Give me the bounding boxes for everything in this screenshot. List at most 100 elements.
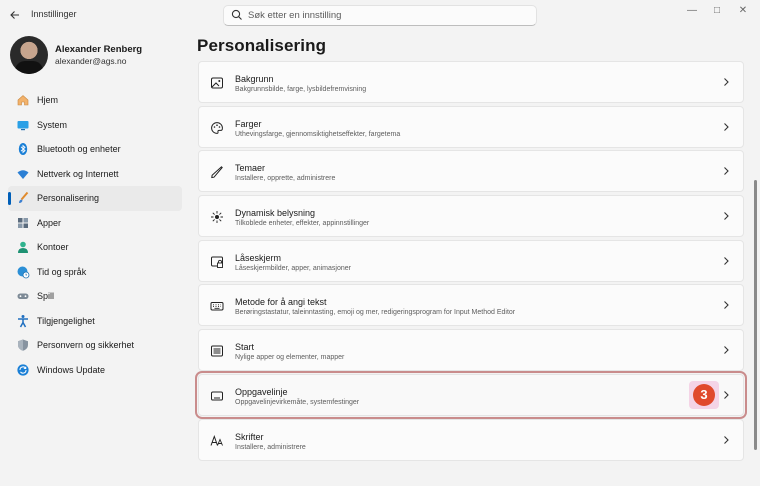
chevron-right-icon — [724, 435, 729, 444]
setting-title: Temaer — [235, 163, 266, 174]
sidebar-item-tilgjengelighet[interactable]: Tilgjengelighet — [8, 309, 182, 334]
sidebar-item-hjem[interactable]: Hjem — [8, 88, 182, 113]
setting-card-laseskjerm[interactable]: Låseskjerm Låseskjermbilder, apper, anim… — [198, 239, 744, 282]
chevron-right-icon — [724, 212, 729, 220]
minimize-button[interactable]: — — [682, 4, 702, 18]
settings-window: Innstillinger Søk etter en innstilling —… — [0, 0, 760, 486]
sidebar-item-windows-update[interactable]: Windows Update — [8, 358, 182, 383]
setting-subtitle: Nylige apper og elementer, mapper — [235, 354, 345, 362]
setting-subtitle: Oppgavelinjevirkemåte, systemfestinger — [235, 398, 360, 406]
setting-card-dynamisk-belysning[interactable]: Dynamisk belysning Tilkoblede enheter, e… — [198, 195, 744, 238]
setting-title: Start — [235, 342, 255, 353]
display-icon — [17, 120, 29, 130]
setting-title: Oppgavelinje — [235, 386, 288, 397]
sidebar-item-label: Spill — [37, 291, 55, 301]
gamepad-icon — [17, 293, 29, 299]
keyboard-icon — [210, 302, 224, 311]
maximize-button[interactable]: □ — [707, 4, 727, 18]
chevron-right-icon — [724, 122, 729, 131]
sidebar-item-system[interactable]: System — [8, 113, 182, 138]
sidebar-item-kontoer[interactable]: Kontoer — [8, 235, 182, 260]
palette-icon — [211, 121, 223, 134]
sidebar-item-label: System — [37, 119, 68, 130]
search-input[interactable]: Søk etter en innstilling — [223, 5, 537, 26]
light-icon — [211, 211, 223, 224]
apps-icon — [18, 217, 28, 228]
sidebar-item-tid-og-sprak[interactable]: Tid og språk — [8, 260, 182, 285]
person-icon — [18, 241, 28, 253]
setting-title: Farger — [235, 118, 262, 129]
back-button[interactable] — [6, 6, 24, 24]
user-email: alexander@ags.no — [55, 56, 127, 66]
image-icon — [211, 77, 223, 89]
bluetooth-icon — [18, 143, 28, 155]
taskbar-icon — [211, 391, 223, 401]
app-title: Innstillinger — [31, 9, 77, 19]
setting-card-tekstinntasting[interactable]: Metode for å angi tekst Berøringstastatu… — [198, 284, 744, 327]
user-profile[interactable]: Alexander Renberg alexander@ags.no — [10, 36, 190, 74]
title-bar: Innstillinger Søk etter en innstilling —… — [0, 0, 760, 30]
sidebar-item-personalisering[interactable]: Personalisering — [8, 186, 182, 211]
setting-card-start[interactable]: Start Nylige apper og elementer, mapper — [198, 329, 744, 372]
scrollbar[interactable] — [754, 180, 757, 450]
sidebar-item-label: Apper — [37, 217, 62, 228]
back-arrow-icon — [10, 11, 19, 19]
pen-icon — [211, 166, 223, 179]
chevron-right-icon — [724, 78, 729, 86]
sidebar-item-label: Windows Update — [37, 364, 106, 375]
start-icon — [211, 345, 223, 357]
wifi-icon — [17, 169, 29, 179]
settings-list: Bakgrunn Bakgrunnsbilde, farge, lysbilde… — [195, 61, 747, 463]
sidebar-nav: Hjem System Bluetooth og enheter Nettver… — [8, 88, 182, 382]
setting-title: Skrifter — [235, 431, 264, 442]
setting-card-oppgavelinje[interactable]: Oppgavelinje Oppgavelinjevirkemåte, syst… — [195, 370, 747, 419]
brush-icon — [19, 191, 29, 203]
setting-title: Metode for å angi tekst — [235, 297, 327, 308]
sidebar-item-apper[interactable]: Apper — [8, 211, 182, 236]
setting-title: Dynamisk belysning — [235, 208, 316, 219]
avatar — [10, 36, 48, 74]
setting-card-bakgrunn[interactable]: Bakgrunn Bakgrunnsbilde, farge, lysbilde… — [198, 61, 744, 103]
setting-subtitle: Installere, administrere — [235, 443, 306, 451]
setting-subtitle: Låseskjermbilder, apper, animasjoner — [235, 264, 351, 272]
accessibility-icon — [18, 314, 28, 327]
setting-title: Bakgrunn — [235, 74, 274, 84]
font-icon — [210, 434, 223, 446]
sidebar-item-personvern[interactable]: Personvern og sikkerhet — [8, 333, 182, 358]
sidebar-item-label: Tilgjengelighet — [37, 315, 95, 326]
chevron-right-icon — [724, 167, 729, 176]
chevron-right-icon — [724, 256, 729, 265]
chevron-right-icon — [724, 390, 729, 399]
sidebar-item-label: Kontoer — [37, 242, 69, 252]
shield-icon — [18, 339, 28, 351]
setting-card-skrifter[interactable]: Skrifter Installere, administrere — [198, 418, 744, 461]
home-icon — [17, 95, 29, 106]
sidebar-item-label: Bluetooth og enheter — [37, 144, 121, 154]
user-name: Alexander Renberg — [55, 44, 143, 55]
setting-card-temaer[interactable]: Temaer Installere, opprette, administrer… — [198, 150, 744, 193]
sidebar-item-label: Personalisering — [37, 193, 100, 203]
step-badge: 3 — [693, 383, 715, 406]
chevron-right-icon — [724, 301, 729, 310]
setting-subtitle: Tilkoblede enheter, effekter, appinnstil… — [235, 220, 370, 228]
sidebar-item-label: Personvern og sikkerhet — [37, 340, 135, 350]
globe-clock-icon — [17, 266, 30, 278]
sidebar-item-nettverk[interactable]: Nettverk og Internett — [8, 162, 182, 187]
setting-card-farger[interactable]: Farger Uthevingsfarge, gjennomsiktighets… — [198, 105, 744, 148]
setting-subtitle: Uthevingsfarge, gjennomsiktighetseffekte… — [235, 130, 401, 138]
search-icon — [231, 9, 242, 20]
search-placeholder: Søk etter en innstilling — [248, 10, 342, 21]
sidebar-item-bluetooth[interactable]: Bluetooth og enheter — [8, 137, 182, 162]
sidebar-item-spill[interactable]: Spill — [8, 284, 182, 309]
close-button[interactable]: ✕ — [733, 4, 753, 18]
sidebar-item-label: Tid og språk — [37, 266, 87, 277]
sidebar-item-label: Nettverk og Internett — [37, 168, 119, 179]
setting-subtitle: Bakgrunnsbilde, farge, lysbildefremvisni… — [235, 86, 367, 93]
step-badge-highlight: 3 — [689, 380, 719, 409]
setting-subtitle: Berøringstastatur, taleinntasting, emoji… — [235, 309, 516, 317]
page-title: Personalisering — [197, 36, 327, 55]
lock-screen-icon — [211, 256, 223, 268]
chevron-right-icon — [724, 346, 729, 355]
update-icon — [17, 363, 29, 376]
setting-title: Låseskjerm — [235, 252, 282, 263]
